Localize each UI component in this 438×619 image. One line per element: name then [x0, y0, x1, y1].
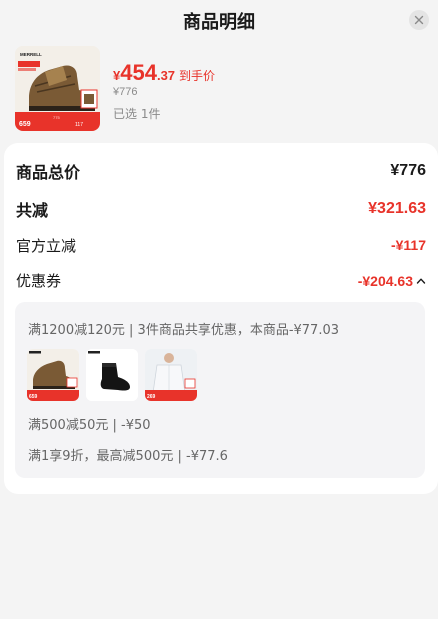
price-integer: 454	[120, 60, 157, 85]
official-row: 官方立减 -¥117	[16, 234, 426, 256]
price-decimal: .37	[156, 68, 176, 83]
original-price: ¥776	[113, 86, 138, 98]
coupon-thumb-sock[interactable]	[86, 349, 138, 401]
product-image[interactable]: MERRELL 659 775 117	[15, 46, 100, 131]
discount-label: 共减	[16, 201, 49, 220]
official-label: 官方立减	[16, 236, 77, 255]
discount-row: 共减 ¥321.63	[16, 198, 426, 220]
coupon-line-3: 满1享9折，最高减500元 | -¥77.6	[28, 449, 228, 464]
coupon-value-wrap[interactable]: -¥204.63	[358, 271, 426, 290]
coupon-line-1: 满1200减120元 | 3件商品共享优惠，本商品-¥77.03	[28, 323, 339, 338]
selected-count: 已选 1件	[113, 107, 161, 121]
price-tag: 到手价	[179, 69, 216, 83]
page-title: 商品明细	[183, 12, 255, 33]
boot-thumb-image: 659	[27, 349, 79, 401]
total-value: ¥776	[390, 162, 426, 179]
chevron-up-icon[interactable]	[416, 277, 426, 285]
close-button[interactable]	[409, 10, 429, 30]
total-label: 商品总价	[16, 163, 81, 182]
coupon-value: -¥204.63	[357, 272, 413, 289]
coupon-thumb-boot[interactable]: 659	[27, 349, 79, 401]
official-value: -¥117	[390, 237, 426, 253]
close-icon	[414, 15, 424, 25]
sock-thumb-image	[86, 349, 138, 401]
thumb-badge-price: 659	[19, 121, 31, 128]
final-price: ¥454.37 到手价	[113, 60, 215, 86]
coupon-label: 优惠券	[16, 271, 62, 290]
coupon-thumb-shirt[interactable]: 269	[145, 349, 197, 401]
coupon-row[interactable]: 优惠券 -¥204.63	[16, 269, 426, 291]
thumb-badge-save: 117	[75, 122, 83, 128]
shirt-thumb-image: 269	[145, 349, 197, 401]
thumb-badge-orig: 775	[53, 115, 60, 120]
total-row: 商品总价 ¥776	[16, 160, 426, 182]
coupon-line-2: 满500减50元 | -¥50	[28, 418, 151, 433]
header: 商品明细	[0, 0, 438, 40]
boot-image: MERRELL 659 775 117	[15, 46, 100, 131]
brand-logo: MERRELL	[20, 52, 42, 57]
coupon-product-thumbs: 659 269	[27, 349, 197, 401]
product-summary: MERRELL 659 775 117 ¥454.37 到手价 ¥776 已选 1…	[0, 40, 438, 138]
price-detail-card: 商品总价 ¥776 共减 ¥321.63 官方立减 -¥117 优惠券 -¥20…	[4, 143, 438, 494]
discount-value: ¥321.63	[368, 200, 426, 217]
shirt-thumb-badge: 269	[147, 394, 156, 400]
coupon-details: 满1200减120元 | 3件商品共享优惠，本商品-¥77.03 659 269…	[15, 302, 425, 478]
boot-thumb-badge: 659	[29, 394, 38, 400]
